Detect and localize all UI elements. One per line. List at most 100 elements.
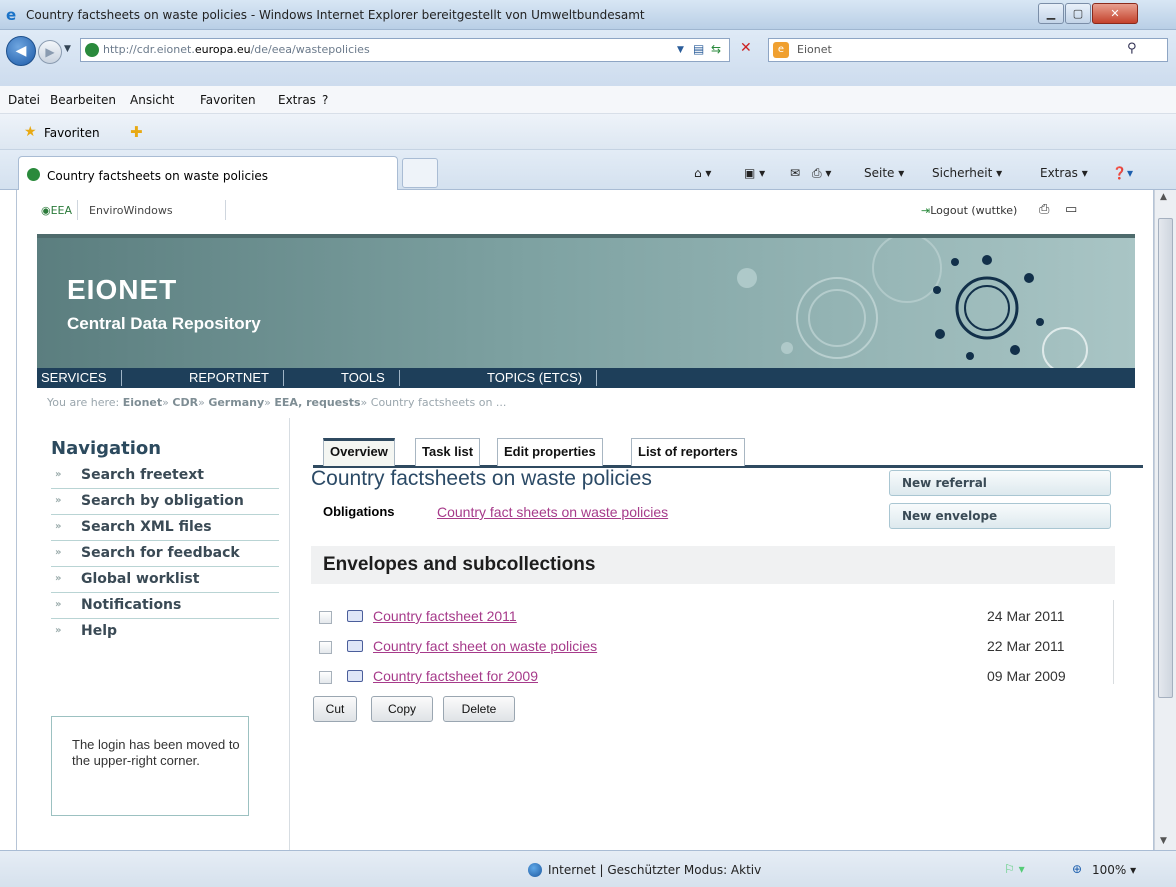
site-logo[interactable]: EIONET	[67, 274, 177, 306]
stop-icon[interactable]: ✕	[740, 40, 752, 56]
envelope-date: 22 Mar 2011	[987, 638, 1065, 654]
menu-edit[interactable]: Bearbeiten	[50, 93, 116, 107]
feeds-icon[interactable]: ▣ ▾	[744, 166, 765, 180]
compatibility-icon[interactable]: ▤	[693, 42, 704, 56]
new-referral-button[interactable]: New referral	[889, 470, 1111, 496]
address-input[interactable]: http://cdr.eionet.europa.eu/de/eea/waste…	[80, 38, 730, 62]
history-dropdown-icon[interactable]: ▼	[64, 44, 71, 54]
tab-overview[interactable]: Overview	[323, 438, 395, 466]
sidebar-item-global-worklist[interactable]: » Global worklist	[51, 567, 279, 593]
envelope-link[interactable]: Country factsheet for 2009	[373, 668, 538, 684]
print-page-icon[interactable]: ⎙	[1039, 202, 1049, 217]
minimize-button[interactable]: ▁	[1038, 3, 1064, 24]
breadcrumb-eea-requests[interactable]: EEA, requests	[274, 396, 360, 409]
logout-link[interactable]: ⇥Logout (wuttke)	[921, 204, 1017, 217]
scrollbar-thumb[interactable]	[1158, 218, 1173, 698]
folder-icon	[347, 670, 363, 682]
scroll-up-icon[interactable]: ▲	[1160, 192, 1167, 202]
envelope-checkbox[interactable]	[319, 611, 332, 624]
sidebar-item-search-by-obligation[interactable]: » Search by obligation	[51, 489, 279, 515]
tab-list-of-reporters[interactable]: List of reporters	[631, 438, 745, 466]
close-button[interactable]: ✕	[1092, 3, 1138, 24]
envelope-date: 24 Mar 2011	[987, 608, 1065, 624]
favorites-bar: ★ Favoriten ✚	[0, 114, 1176, 150]
copy-button[interactable]: Copy	[371, 696, 433, 722]
delete-button[interactable]: Delete	[443, 696, 515, 722]
forward-button[interactable]: ▶	[38, 40, 62, 64]
browser-tab[interactable]: Country factsheets on waste policies	[18, 156, 398, 190]
nav-tools[interactable]: TOOLS	[341, 370, 400, 386]
nav-services[interactable]: SERVICES	[41, 370, 122, 386]
help-icon[interactable]: ❓▾	[1112, 166, 1133, 180]
vertical-scrollbar[interactable]: ▲ ▼	[1154, 190, 1176, 850]
new-envelope-button[interactable]: New envelope	[889, 503, 1111, 529]
new-tab-button[interactable]	[402, 158, 438, 188]
tools-menu[interactable]: Extras ▾	[1040, 166, 1088, 180]
list-item: Country factsheet 2011 24 Mar 2011	[317, 604, 1087, 632]
breadcrumb-cdr[interactable]: CDR	[172, 396, 198, 409]
menu-view[interactable]: Ansicht	[130, 93, 174, 107]
eea-top-strip: ◉EEA EnviroWindows ⇥Logout (wuttke) ⎙ ▭	[17, 190, 1153, 234]
envelope-checkbox[interactable]	[319, 671, 332, 684]
login-note: The login has been moved to the upper-ri…	[51, 716, 249, 816]
menu-tools[interactable]: Extras	[278, 93, 316, 107]
sidebar-item-search-freetext[interactable]: » Search freetext	[51, 463, 279, 489]
folder-icon	[347, 610, 363, 622]
sidebar-item-notifications[interactable]: » Notifications	[51, 593, 279, 619]
browser-tab-label: Country factsheets on waste policies	[47, 169, 269, 183]
home-icon[interactable]: ⌂ ▾	[694, 166, 711, 180]
navigation-title: Navigation	[51, 438, 162, 459]
breadcrumb: You are here: Eionet» CDR» Germany» EEA,…	[47, 396, 507, 409]
maximize-button[interactable]: ▢	[1065, 3, 1091, 24]
zoom-level[interactable]: 100% ▾	[1092, 863, 1136, 877]
list-item: Country factsheet for 2009 09 Mar 2009	[317, 664, 1087, 692]
envelope-checkbox[interactable]	[319, 641, 332, 654]
divider	[1113, 600, 1114, 684]
eionet-search-icon: e	[773, 42, 789, 58]
address-dropdown-icon[interactable]: ▼	[677, 45, 684, 55]
eea-link[interactable]: ◉EEA	[41, 204, 72, 217]
favorites-button[interactable]: Favoriten	[44, 126, 100, 140]
add-favorite-icon[interactable]: ✚	[130, 123, 143, 141]
search-input[interactable]: e Eionet ⚲	[768, 38, 1168, 62]
sidebar-item-search-for-feedback[interactable]: » Search for feedback	[51, 541, 279, 567]
menu-favorites[interactable]: Favoriten	[200, 93, 256, 107]
banner-decoration	[737, 238, 1088, 372]
menu-file[interactable]: Datei	[8, 93, 40, 107]
divider	[225, 200, 226, 220]
tab-task-list[interactable]: Task list	[415, 438, 481, 466]
logout-icon: ⇥	[921, 204, 931, 217]
back-button[interactable]: ◀	[6, 36, 36, 66]
nav-topics[interactable]: TOPICS (ETCS)	[487, 370, 598, 386]
address-toolbar: ◀ ▶ ▼ http://cdr.eionet.europa.eu/de/eea…	[0, 30, 1176, 86]
menu-help[interactable]: ?	[322, 93, 328, 107]
obligation-link[interactable]: Country fact sheets on waste policies	[437, 504, 668, 520]
nav-reportnet[interactable]: REPORTNET	[189, 370, 284, 386]
sidebar-item-help[interactable]: » Help	[51, 619, 279, 645]
obligations-label: Obligations	[323, 504, 395, 519]
security-zone-text[interactable]: Internet | Geschützter Modus: Aktiv	[548, 863, 761, 877]
scroll-down-icon[interactable]: ▼	[1160, 836, 1167, 846]
cut-button[interactable]: Cut	[313, 696, 357, 722]
search-icon[interactable]: ⚲	[1127, 41, 1137, 56]
fullscreen-icon[interactable]: ▭	[1065, 202, 1077, 217]
envelope-link[interactable]: Country factsheet 2011	[373, 608, 517, 624]
page-menu[interactable]: Seite ▾	[864, 166, 904, 180]
refresh-icon[interactable]: ⇆	[711, 42, 721, 56]
section-title: Envelopes and subcollections	[323, 554, 596, 575]
envirowindows-link[interactable]: EnviroWindows	[89, 204, 173, 217]
search-provider: Eionet	[797, 43, 832, 56]
tab-row: Country factsheets on waste policies ⌂ ▾…	[0, 150, 1176, 190]
favorites-star-icon[interactable]: ★	[24, 124, 37, 140]
print-icon[interactable]: ⎙ ▾	[812, 166, 831, 181]
tab-edit-properties[interactable]: Edit properties	[497, 438, 603, 466]
mail-icon[interactable]: ✉	[790, 166, 800, 180]
breadcrumb-germany[interactable]: Germany	[208, 396, 264, 409]
sidebar-item-search-xml-files[interactable]: » Search XML files	[51, 515, 279, 541]
ie-logo-icon: e	[6, 6, 17, 24]
envelope-link[interactable]: Country fact sheet on waste policies	[373, 638, 597, 654]
protected-mode-icon[interactable]: ⚐ ▾	[1004, 862, 1025, 876]
zoom-icon[interactable]: ⊕	[1072, 862, 1082, 876]
breadcrumb-eionet[interactable]: Eionet	[123, 396, 162, 409]
security-menu[interactable]: Sicherheit ▾	[932, 166, 1002, 180]
